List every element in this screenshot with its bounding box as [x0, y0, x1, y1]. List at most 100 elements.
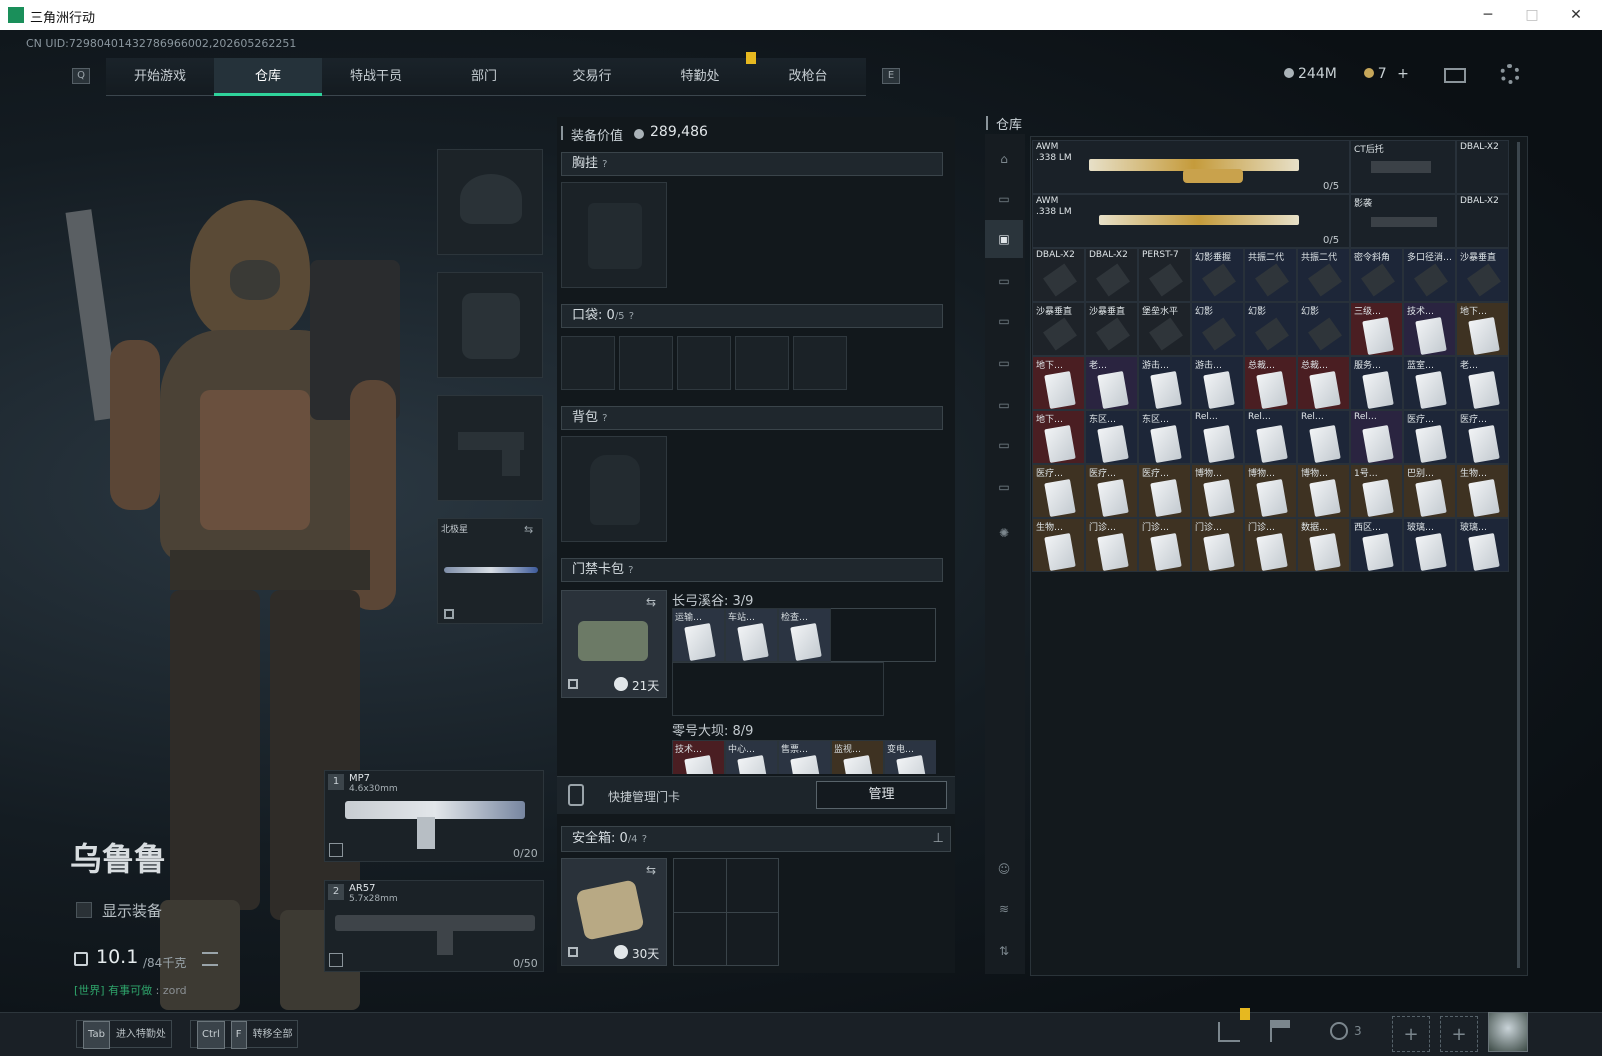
help-icon[interactable]: ?	[602, 159, 607, 170]
stash-item[interactable]: 老…	[1456, 356, 1509, 410]
stash-page-icon[interactable]: ▭	[985, 180, 1023, 218]
stash-item[interactable]: 博物…	[1191, 464, 1244, 518]
stash-item[interactable]: PERST-7	[1138, 248, 1191, 302]
pistol-slot[interactable]	[437, 395, 543, 501]
stash-item[interactable]: 三级…	[1350, 302, 1403, 356]
swap-icon[interactable]: ⇆	[524, 523, 533, 536]
nav-left-key[interactable]: Q	[72, 68, 90, 84]
stash-item[interactable]: 医疗…	[1403, 410, 1456, 464]
chest-rig-slot[interactable]	[561, 182, 667, 288]
stash-item[interactable]: 博物…	[1297, 464, 1350, 518]
stash-item[interactable]: 堡垒水平	[1138, 302, 1191, 356]
stash-item[interactable]: 沙暴垂直	[1085, 302, 1138, 356]
stash-item[interactable]: 巴别…	[1403, 464, 1456, 518]
operator-icon[interactable]: ☺	[985, 850, 1023, 888]
stash-item[interactable]: 医疗…	[1085, 464, 1138, 518]
close-button[interactable]: ✕	[1556, 4, 1596, 26]
stash-item[interactable]: 服务…	[1350, 356, 1403, 410]
pocket-slot[interactable]	[619, 336, 673, 390]
stash-item[interactable]: 蓝室…	[1403, 356, 1456, 410]
stash-item[interactable]: 共振二代	[1297, 248, 1350, 302]
keycard-item[interactable]: 车站…	[725, 608, 778, 662]
keycard-item[interactable]: 售票…	[778, 740, 831, 774]
stash-item[interactable]: 沙暴垂直	[1032, 302, 1085, 356]
stash-item[interactable]: Rel…	[1191, 410, 1244, 464]
friends-icon[interactable]	[1330, 1022, 1348, 1040]
melee-slot[interactable]: 北极星 ⇆	[437, 518, 543, 624]
tab-special-ops[interactable]: 特勤处	[646, 58, 754, 96]
stash-item[interactable]: 密令斜角	[1350, 248, 1403, 302]
stash-item[interactable]: 博物…	[1244, 464, 1297, 518]
swap-icon[interactable]: ⇆	[646, 595, 656, 609]
invite-slot-button[interactable]: +	[1392, 1016, 1430, 1052]
keycard-case-slot[interactable]: ⇆ 21天	[561, 590, 667, 698]
primary-weapon-slot[interactable]: 1 MP7 4.6x30mm 0/20	[324, 770, 544, 862]
stash-item[interactable]: 门诊…	[1244, 518, 1297, 572]
stash-item[interactable]: 生物…	[1456, 464, 1509, 518]
add-currency-button[interactable]: +	[1397, 66, 1409, 82]
tab-warehouse[interactable]: 仓库	[214, 58, 322, 96]
flag-icon[interactable]	[1270, 1020, 1290, 1042]
tab-start-game[interactable]: 开始游戏	[106, 58, 214, 96]
stash-page-icon[interactable]: ▭	[985, 262, 1023, 300]
swap-icon[interactable]: ⇆	[646, 863, 656, 877]
stash-item[interactable]: 老…	[1085, 356, 1138, 410]
stash-item[interactable]: 地下…	[1032, 410, 1085, 464]
gear-icon[interactable]	[1500, 64, 1520, 84]
stash-item[interactable]: 共振二代	[1244, 248, 1297, 302]
stash-item[interactable]: 地下…	[1032, 356, 1085, 410]
nav-right-key[interactable]: E	[882, 68, 900, 84]
stash-item[interactable]: 医疗…	[1456, 410, 1509, 464]
stash-item[interactable]: 幻影	[1297, 302, 1350, 356]
keycard-item[interactable]: 变电…	[884, 740, 936, 774]
manage-button[interactable]: 管理	[816, 781, 947, 809]
settings-gear-icon[interactable]: ✺	[985, 514, 1023, 552]
keycard-item[interactable]: 检查…	[778, 608, 831, 662]
stash-item[interactable]: 幻影	[1244, 302, 1297, 356]
stash-item[interactable]: 技术…	[1403, 302, 1456, 356]
stash-item[interactable]: 游击…	[1138, 356, 1191, 410]
stash-item[interactable]: 游击…	[1191, 356, 1244, 410]
maximize-button[interactable]: □	[1512, 4, 1552, 26]
pocket-slot[interactable]	[735, 336, 789, 390]
stash-item[interactable]: 医疗…	[1138, 464, 1191, 518]
minimize-button[interactable]: ─	[1468, 4, 1508, 26]
pin-icon[interactable]: ⊥	[933, 827, 944, 851]
stash-item[interactable]: 玻璃…	[1403, 518, 1456, 572]
stash-item[interactable]: 医疗…	[1032, 464, 1085, 518]
help-icon[interactable]: ?	[629, 311, 634, 322]
help-icon[interactable]: ?	[602, 413, 607, 424]
list-icon[interactable]	[202, 952, 218, 966]
stash-item[interactable]: 东区…	[1138, 410, 1191, 464]
stash-page-icon[interactable]: ▭	[985, 302, 1023, 340]
helmet-slot[interactable]	[437, 149, 543, 255]
keycard-item[interactable]: 技术…	[672, 740, 725, 774]
stash-item[interactable]: 沙暴垂直	[1456, 248, 1509, 302]
tab-department[interactable]: 部门	[430, 58, 538, 96]
stash-item[interactable]: 生物…	[1032, 518, 1085, 572]
pocket-slot[interactable]	[561, 336, 615, 390]
show-equipment-checkbox[interactable]	[76, 902, 92, 918]
stash-item[interactable]: Rel…	[1244, 410, 1297, 464]
stash-item[interactable]: Rel…	[1350, 410, 1403, 464]
backpack-slot[interactable]	[561, 436, 667, 542]
awm-item[interactable]: AWM .338 LM 0/5	[1032, 194, 1350, 248]
enter-special-ops-hint[interactable]: Tab 进入特勤处	[76, 1020, 172, 1049]
stash-item[interactable]: 玻璃…	[1456, 518, 1509, 572]
stash-item[interactable]: 总裁…	[1297, 356, 1350, 410]
mail-icon[interactable]	[1444, 68, 1466, 83]
stash-item[interactable]: 西区…	[1350, 518, 1403, 572]
stash-item[interactable]: DBAL-X2	[1085, 248, 1138, 302]
stash-item[interactable]: DBAL-X2	[1456, 194, 1509, 248]
stash-item[interactable]: Rel…	[1297, 410, 1350, 464]
stash-item[interactable]: 数据…	[1297, 518, 1350, 572]
pocket-slot[interactable]	[677, 336, 731, 390]
invite-slot-button[interactable]: +	[1440, 1016, 1478, 1052]
stash-item[interactable]: 门诊…	[1138, 518, 1191, 572]
stash-item[interactable]: 总裁…	[1244, 356, 1297, 410]
safe-box-slot[interactable]: ⇆ 30天	[561, 858, 667, 966]
layers-icon[interactable]: ≋	[985, 890, 1023, 928]
stash-page-icon[interactable]: ▭	[985, 386, 1023, 424]
keycard-item[interactable]: 中心…	[725, 740, 778, 774]
stash-item[interactable]: 1号…	[1350, 464, 1403, 518]
